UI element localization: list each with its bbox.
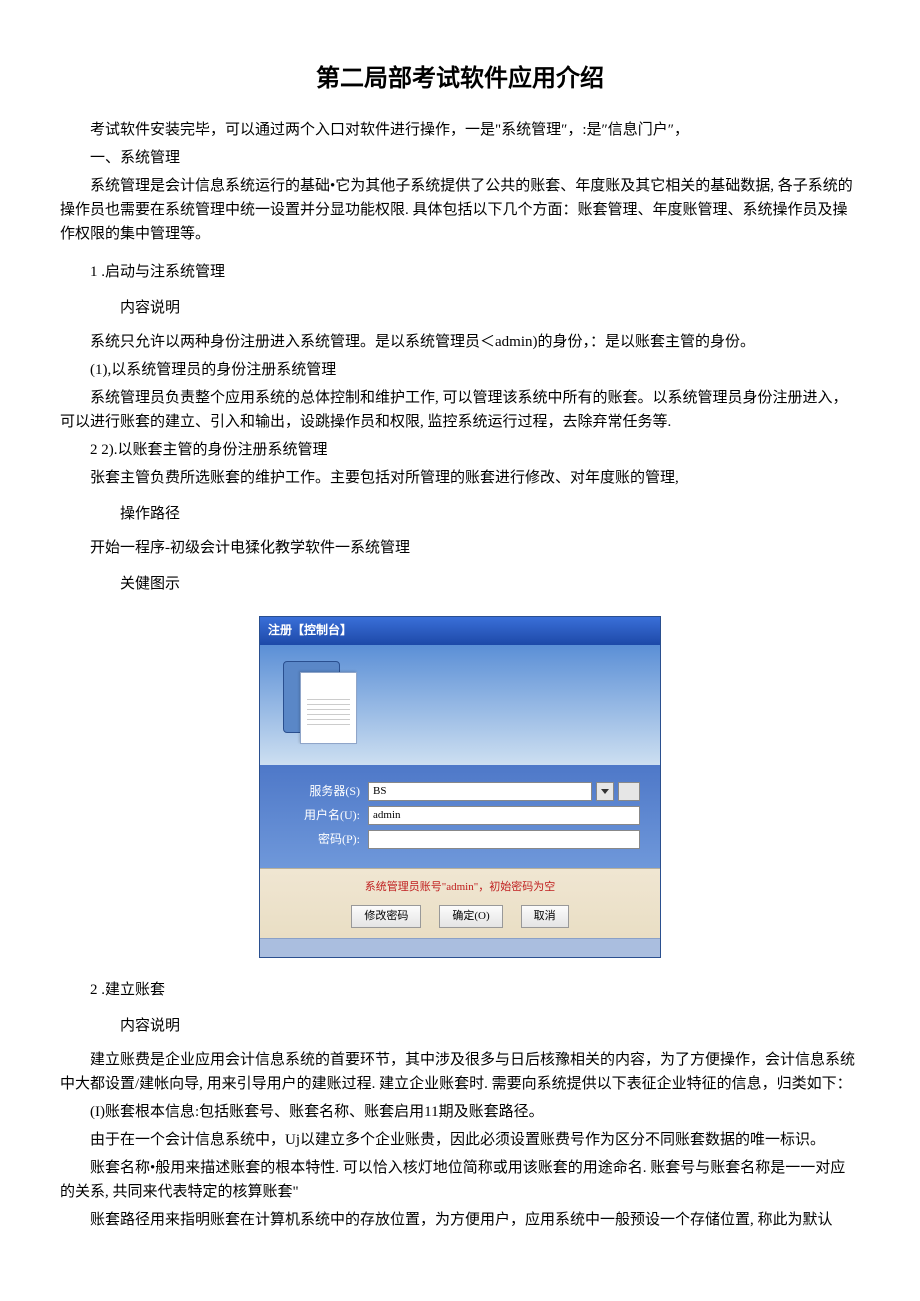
dialog-hint: 系统管理员账号"admin"，初始密码为空 (272, 879, 648, 897)
server-label: 服务器(S) (280, 782, 368, 801)
chevron-down-icon (601, 789, 609, 794)
server-browse-button[interactable] (618, 782, 640, 801)
body-paragraph: 建立账费是企业应用会计信息系统的首要环节，其中涉及很多与日后核豫相关的内容，为了… (60, 1048, 860, 1096)
server-dropdown-button[interactable] (596, 782, 614, 801)
change-password-button[interactable]: 修改密码 (351, 905, 421, 929)
dialog-footer-panel: 系统管理员账号"admin"，初始密码为空 修改密码 确定(O) 取消 (260, 868, 660, 938)
body-paragraph: 系统只允许以两种身份注册进入系统管理。是以系统管理员＜admin)的身份，：是以… (60, 330, 860, 354)
dialog-statusbar (260, 938, 660, 957)
server-input[interactable]: BS (368, 782, 592, 801)
dialog-form: 服务器(S) BS 用户名(U): admin 密码(P): (260, 765, 660, 869)
body-paragraph: 系统管理员负责整个应用系统的总体控制和维护工作, 可以管理该系统中所有的账套。以… (60, 386, 860, 434)
body-paragraph: 账套路径用来指明账套在计算机系统中的存放位置，为方便用户，应用系统中一般预设一个… (60, 1208, 860, 1232)
dialog-button-row: 修改密码 确定(O) 取消 (272, 905, 648, 929)
body-paragraph: (1),以系统管理员的身份注册系统管理 (60, 358, 860, 382)
body-paragraph: 张套主管负费所选账套的维护工作。主要包括对所管理的账套进行修改、对年度账的管理, (60, 466, 860, 490)
password-label: 密码(P): (280, 830, 368, 849)
body-paragraph: (I)账套根本信息:包括账套号、账套名称、账套启用11期及账套路径。 (60, 1100, 860, 1124)
ok-button[interactable]: 确定(O) (439, 905, 502, 929)
body-paragraph: 开始一程序-初级会计电猱化教学软件一系统管理 (60, 536, 860, 560)
username-input[interactable]: admin (368, 806, 640, 825)
screenshot-heading: 关健图示 (60, 572, 860, 596)
dialog-banner (260, 645, 660, 765)
section-1-heading: 一、系统管理 (60, 146, 860, 170)
body-paragraph: 账套名称•般用来描述账套的根本特性. 可以恰入核灯地位简称或用该账套的用途命名.… (60, 1156, 860, 1204)
server-row: 服务器(S) BS (280, 782, 640, 801)
content-heading: 内容说明 (60, 296, 860, 320)
password-row: 密码(P): (280, 830, 640, 849)
cancel-button[interactable]: 取消 (521, 905, 569, 929)
password-input[interactable] (368, 830, 640, 849)
login-dialog: 注册【控制台】 服务器(S) BS 用户名(U): admin (259, 616, 661, 958)
content-heading: 内容说明 (60, 1014, 860, 1038)
path-heading: 操作路径 (60, 502, 860, 526)
clipboard-icon (280, 657, 360, 747)
username-row: 用户名(U): admin (280, 806, 640, 825)
dialog-titlebar: 注册【控制台】 (260, 617, 660, 644)
body-paragraph: 系统管理是会计信息系统运行的基础•它为其他子系统提供了公共的账套、年度账及其它相… (60, 174, 860, 246)
subsection-2-heading: 2 .建立账套 (60, 978, 860, 1002)
subsection-1-heading: 1 .启动与注系统管理 (60, 260, 860, 284)
username-label: 用户名(U): (280, 806, 368, 825)
intro-paragraph: 考试软件安装完毕，可以通过两个入口对软件进行操作，一是"系统管理″，:是″信息门… (60, 118, 860, 142)
body-paragraph: 由于在一个会计信息系统中，Uj以建立多个企业账贵，因此必须设置账费号作为区分不同… (60, 1128, 860, 1152)
page-title: 第二局部考试软件应用介绍 (60, 60, 860, 98)
body-paragraph: 2 2).以账套主管的身份注册系统管理 (60, 438, 860, 462)
dialog-screenshot: 注册【控制台】 服务器(S) BS 用户名(U): admin (60, 616, 860, 958)
